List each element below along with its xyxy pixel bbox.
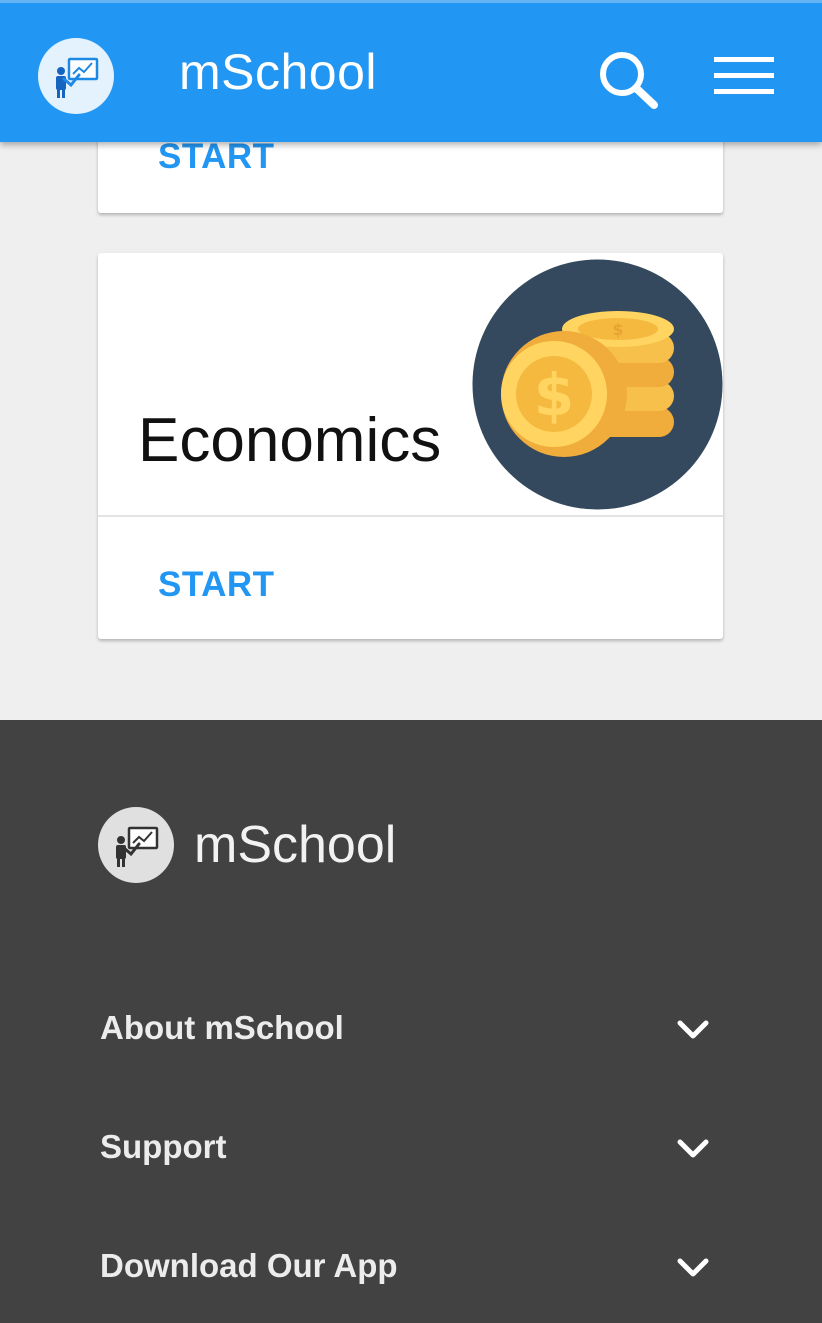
teacher-presentation-icon	[56, 57, 99, 98]
chevron-down-icon	[677, 1020, 709, 1039]
start-button-economics[interactable]: START	[158, 565, 275, 605]
footer-section-support[interactable]: Support	[100, 1118, 710, 1178]
app-title[interactable]: mSchool	[179, 43, 377, 101]
app-logo[interactable]	[38, 38, 114, 114]
card-divider	[98, 515, 723, 517]
site-footer: mSchool About mSchool Support Download O…	[0, 720, 822, 1323]
footer-section-label: About mSchool	[100, 1009, 344, 1046]
subject-card-economics: Economics $ $ START	[98, 253, 723, 639]
subject-title: Economics	[138, 406, 442, 475]
app-header: mSchool	[0, 0, 822, 142]
chevron-down-icon	[677, 1258, 709, 1277]
svg-text:$: $	[534, 361, 574, 429]
gold-coins-icon: $ $	[472, 259, 723, 510]
hamburger-menu-icon	[714, 57, 774, 94]
search-button[interactable]	[596, 49, 660, 109]
svg-text:$: $	[612, 320, 623, 339]
footer-section-download-app[interactable]: Download Our App	[100, 1237, 710, 1297]
chevron-down-icon	[677, 1139, 709, 1158]
start-button[interactable]: START	[158, 137, 275, 177]
search-icon	[600, 52, 658, 109]
teacher-presentation-icon	[116, 826, 159, 867]
footer-brand: mSchool	[194, 816, 397, 874]
footer-section-about[interactable]: About mSchool	[100, 999, 710, 1059]
menu-button[interactable]	[714, 55, 774, 97]
footer-section-label: Download Our App	[100, 1247, 398, 1284]
footer-logo[interactable]	[98, 807, 174, 883]
footer-section-label: Support	[100, 1128, 227, 1165]
